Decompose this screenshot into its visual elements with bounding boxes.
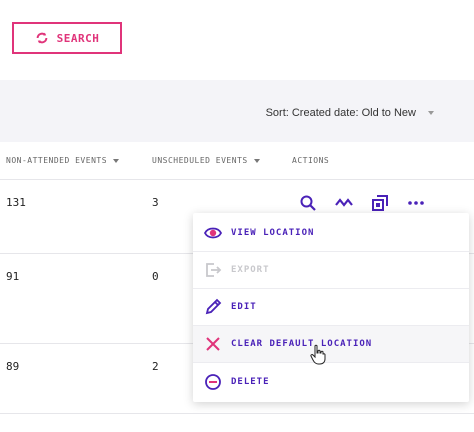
sort-label: Sort: Created date: Old to New	[265, 107, 416, 119]
activity-icon[interactable]	[326, 193, 362, 213]
menu-item-label: VIEW LOCATION	[231, 228, 315, 238]
menu-item-delete[interactable]: DELETE	[193, 363, 469, 400]
row-actions-menu: VIEW LOCATION EXPORT EDIT CLEAR DEFAULT …	[193, 213, 469, 402]
menu-item-edit[interactable]: EDIT	[193, 289, 469, 326]
sort-dropdown[interactable]: Sort: Created date: Old to New	[266, 107, 434, 119]
search-button[interactable]: SEARCH	[12, 22, 122, 54]
refresh-icon	[36, 32, 47, 44]
table-header: NON-ATTENDED EVENTS UNSCHEDULED EVENTS A…	[0, 142, 474, 180]
table-toolbar: Sort: Created date: Old to New	[0, 80, 474, 142]
caret-down-icon	[428, 111, 434, 115]
export-icon	[206, 263, 222, 277]
row-actions	[290, 193, 434, 213]
column-header-non-attended[interactable]: NON-ATTENDED EVENTS	[6, 156, 120, 165]
unscheduled-cell: 0	[152, 270, 159, 283]
column-header-label: NON-ATTENDED EVENTS	[6, 156, 108, 165]
column-header-actions: ACTIONS	[292, 156, 329, 165]
menu-item-label: DELETE	[231, 376, 270, 387]
menu-item-clear-default-location[interactable]: CLEAR DEFAULT LOCATION	[193, 326, 469, 363]
minus-circle-icon	[205, 373, 221, 390]
resize-icon[interactable]	[362, 193, 398, 213]
menu-item-export[interactable]: EXPORT	[193, 252, 469, 289]
non-attended-cell: 91	[6, 270, 20, 283]
x-icon	[206, 337, 220, 351]
column-header-label: UNSCHEDULED EVENTS	[152, 156, 248, 165]
search-icon[interactable]	[290, 193, 326, 213]
menu-item-label: EXPORT	[231, 265, 270, 275]
unscheduled-cell: 3	[152, 196, 159, 209]
pencil-icon	[205, 298, 222, 315]
search-button-label: SEARCH	[56, 31, 100, 45]
menu-item-view-location[interactable]: VIEW LOCATION	[193, 215, 469, 252]
caret-down-icon	[113, 158, 120, 163]
column-header-label: ACTIONS	[292, 156, 330, 165]
hand-cursor-icon	[310, 344, 326, 365]
unscheduled-cell: 2	[152, 360, 159, 373]
menu-item-label: EDIT	[231, 302, 257, 312]
more-icon[interactable]	[398, 193, 434, 213]
non-attended-cell: 89	[6, 360, 20, 373]
menu-item-label: CLEAR DEFAULT LOCATION	[231, 339, 373, 349]
caret-down-icon	[253, 158, 260, 163]
eye-icon	[204, 227, 222, 239]
non-attended-cell: 131	[6, 196, 26, 209]
column-header-unscheduled[interactable]: UNSCHEDULED EVENTS	[152, 156, 260, 165]
